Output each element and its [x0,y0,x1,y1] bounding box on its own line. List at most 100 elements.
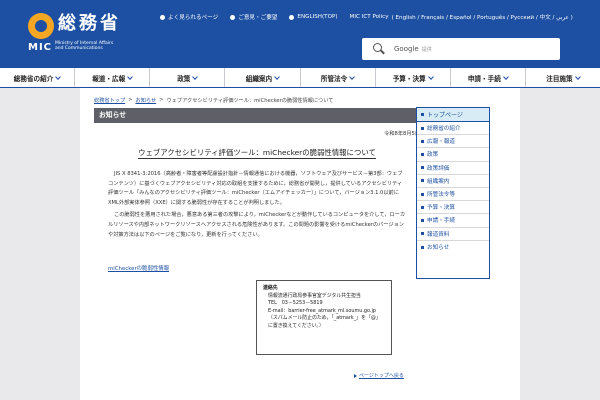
nav-item-laws[interactable]: 所管法令 [301,68,376,87]
back-to-top-link[interactable]: ページトップへ戻る [354,372,404,379]
bullet-square-icon [421,192,424,196]
bullet-icon [160,14,165,20]
side-menu-item[interactable]: 組織案内 [417,175,489,188]
side-menu-item-label: 所管法令等 [427,192,455,199]
header-link-label: ENGLISH(TOP) [297,14,338,20]
nav-label: 注目施策 [546,74,573,83]
header-link-popular[interactable]: よく見られるページ [160,13,218,21]
side-menu-item[interactable]: 総務省の紹介 [417,122,489,136]
back-to-top-label: ページトップへ戻る [359,373,404,379]
bullet-square-icon [421,232,424,236]
section-heading: お知らせ [94,108,420,123]
header-link-label: よく見られるページ [168,15,219,21]
chevron-down-icon [427,73,434,80]
contact-title: 連絡先 [263,285,278,291]
breadcrumb-separator: > [128,97,133,103]
bullet-square-icon [421,113,424,116]
article-body: JIS X 8341-3:2016（高齢者・障害者等配慮設計指針－情報通信におけ… [108,170,406,243]
bullet-square-icon [421,139,424,143]
breadcrumb-home[interactable]: 総務省トップ [94,97,125,104]
breadcrumb-news[interactable]: お知らせ [136,97,157,104]
side-menu-item-label: 申請・手続 [427,218,455,225]
nav-item-organization[interactable]: 組織案内 [225,68,301,87]
nav-label: 政策 [177,74,191,83]
paragraph-2: この脆弱性を悪用された場合，悪意ある第三者の攻撃により，miCheckerなどが… [108,212,406,238]
site-header: 総務省 MIC Ministry of Internal Affairs and… [0,0,600,68]
bullet-square-icon [421,205,424,209]
search-brand: Google [394,45,419,53]
mic-logo-icon[interactable] [28,13,54,39]
contact-tel: TEL 03－5253－5819 [268,300,323,307]
logo-english-name: Ministry of Internal Affairs and Communi… [55,41,114,51]
logo-text[interactable]: 総務省 [58,9,121,35]
nav-item-applications[interactable]: 申請・手続 [451,68,526,87]
nav-item-featured[interactable]: 注目施策 [526,68,600,87]
side-menu-item-label: 政策 [427,152,439,159]
breadcrumb-current: ウェブアクセシビリティ評価ツール：miCheckerの脆弱性情報について [166,98,334,104]
bullet-square-icon [421,166,424,170]
chevron-down-icon [502,73,509,80]
article-title-text: ウェブアクセシビリティ評価ツール：miCheckerの脆弱性情報について [138,148,376,159]
vulnerability-info-link[interactable]: miCheckerの脆弱性情報 [108,264,169,272]
nav-item-press[interactable]: 報道・広報 [75,68,151,87]
chevron-down-icon [127,73,134,80]
side-menu-item-label: 報道資料 [427,231,450,238]
side-menu-top-label: トップページ [427,112,463,119]
side-menu-item-label: 総務省の紹介 [427,126,461,133]
nav-label: 申請・手続 [467,74,501,83]
side-menu-item[interactable]: 予算・決算 [417,201,489,215]
side-menu-item-label: お知らせ [427,245,450,252]
paragraph-1: JIS X 8341-3:2016（高齢者・障害者等配慮設計指針－情報通信におけ… [108,171,403,206]
bullet-square-icon [421,152,424,156]
lang-list: ( English / Français / Español / Portugu… [391,15,573,21]
chevron-down-icon [574,73,581,80]
nav-label: 予算・決算 [392,74,426,83]
search-icon[interactable] [372,42,386,56]
global-nav: 総務省の紹介 報道・広報 政策 組織案内 所管法令 予算・決算 申請・手続 注目… [0,68,600,88]
article-title: ウェブアクセシビリティ評価ツール：miCheckerの脆弱性情報について [94,147,420,159]
side-menu-item-label: 広報・報道 [427,139,455,146]
side-menu-top[interactable]: トップページ [417,108,489,122]
header-links: よく見られるページ ご意見・ご要望 ENGLISH(TOP) MIC ICT P… [160,13,573,21]
bullet-square-icon [421,179,424,183]
side-menu: トップページ 総務省の紹介 広報・報道 政策 政策評価 組織案内 所管法令等 予… [416,107,490,279]
side-menu-item[interactable]: 所管法令等 [417,188,489,202]
page-content: 総務省トップ > お知らせ > ウェブアクセシビリティ評価ツール：miCheck… [80,88,520,400]
side-menu-item-label: 組織案内 [427,178,450,185]
bullet-square-icon [421,245,424,249]
search-input[interactable]: Google 提供 [362,38,560,60]
language-links[interactable]: MIC ICT Policy( English / Français / Esp… [350,13,573,21]
side-menu-item[interactable]: 政策 [417,148,489,162]
header-link-label: ご意見・ご要望 [238,15,278,21]
chevron-down-icon [55,73,62,80]
logo-mic: MIC [28,42,53,53]
chevron-down-icon [274,73,280,80]
header-link-english[interactable]: ENGLISH(TOP) [289,14,338,20]
side-menu-item[interactable]: 申請・手続 [417,214,489,228]
nav-item-budget[interactable]: 予算・決算 [376,68,451,87]
side-menu-item[interactable]: お知らせ [417,241,489,254]
chevron-down-icon [192,73,199,80]
contact-body: 情報流通行政局参事官室デジタル共生担当 TEL 03－5253－5819 E-m… [263,293,385,331]
nav-label: 所管法令 [320,74,348,83]
arrow-right-icon [354,373,357,378]
contact-note: （スパムメール防止のため，「_atmark_」を「@」に置き換えてください。） [268,315,381,329]
contact-box: 連絡先 情報流通行政局参事官室デジタル共生担当 TEL 03－5253－5819… [256,280,392,355]
nav-label: 組織案内 [245,74,273,83]
nav-label: 総務省の紹介 [13,74,54,83]
side-menu-item[interactable]: 政策評価 [417,162,489,175]
publish-date: 令和8年8月5日 [384,131,420,137]
lang-label: MIC ICT Policy [349,14,389,20]
side-menu-item[interactable]: 広報・報道 [417,135,489,149]
side-menu-item-label: 予算・決算 [427,205,455,212]
side-menu-item-label: 政策評価 [427,165,450,172]
bullet-icon [289,14,295,20]
side-menu-item[interactable]: 報道資料 [417,228,489,241]
nav-item-policy[interactable]: 政策 [150,68,226,87]
breadcrumb-separator: > [159,97,164,103]
contact-dept: 情報流通行政局参事官室デジタル共生担当 [268,292,361,299]
nav-item-about[interactable]: 総務省の紹介 [0,68,76,87]
search-suffix: 提供 [421,46,432,53]
header-link-feedback[interactable]: ご意見・ご要望 [230,13,277,21]
chevron-down-icon [349,73,356,80]
